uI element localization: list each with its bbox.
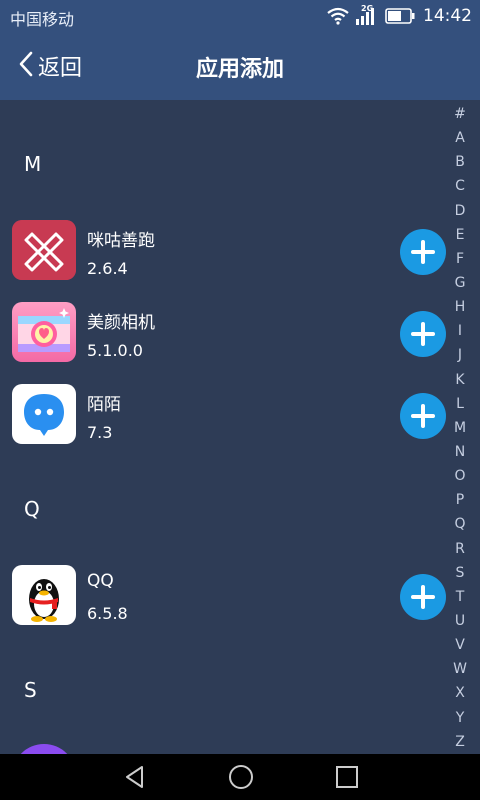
add-button[interactable] — [400, 229, 446, 275]
battery-icon — [385, 8, 415, 24]
section-header-s: S — [24, 678, 37, 702]
alphabet-index[interactable]: # A B C D E F G H I J K L M N O P Q R S T U V W X Y Z — [448, 102, 472, 754]
index-letter-i[interactable]: I — [448, 319, 472, 343]
index-letter-s[interactable]: S — [448, 561, 472, 585]
index-letter-c[interactable]: C — [448, 174, 472, 198]
app-name: QQ — [87, 571, 114, 591]
index-letter-h[interactable]: H — [448, 295, 472, 319]
title-bar: 返回 应用添加 — [0, 32, 480, 100]
app-name: 美颜相机 — [87, 313, 155, 333]
index-letter-v[interactable]: V — [448, 633, 472, 657]
index-letter-a[interactable]: A — [448, 126, 472, 150]
signal-icon — [355, 7, 375, 25]
add-button[interactable] — [400, 311, 446, 357]
app-name: 陌陌 — [87, 395, 121, 415]
section-header-q: Q — [24, 497, 40, 521]
page-title: 应用添加 — [195, 57, 284, 82]
index-letter-r[interactable]: R — [448, 537, 472, 561]
clock: 14:42 — [423, 6, 472, 26]
app-row-beauty-camera[interactable]: 美颜相机 5.1.0.0 — [0, 302, 450, 366]
status-bar: 中国移动 2G 14:42 — [0, 0, 480, 32]
index-letter-p[interactable]: P — [448, 488, 472, 512]
home-circle-icon[interactable] — [226, 762, 256, 792]
app-row-migu-run[interactable]: 咪咕善跑 2.6.4 — [0, 220, 450, 284]
recents-square-icon[interactable] — [332, 762, 362, 792]
wifi-icon — [327, 7, 349, 25]
index-letter-m[interactable]: M — [448, 416, 472, 440]
back-triangle-icon[interactable] — [121, 762, 151, 792]
migu-run-icon — [12, 220, 76, 280]
navigation-bar — [0, 754, 480, 800]
index-letter-n[interactable]: N — [448, 440, 472, 464]
index-letter-hash[interactable]: # — [448, 102, 472, 126]
app-icon-partial — [12, 744, 76, 754]
index-letter-e[interactable]: E — [448, 223, 472, 247]
index-letter-z[interactable]: Z — [448, 730, 472, 754]
index-letter-g[interactable]: G — [448, 271, 472, 295]
app-name: 咪咕善跑 — [87, 231, 155, 251]
app-version: 6.5.8 — [87, 604, 128, 623]
index-letter-q[interactable]: Q — [448, 512, 472, 536]
app-version: 2.6.4 — [87, 259, 128, 278]
index-letter-b[interactable]: B — [448, 150, 472, 174]
index-letter-t[interactable]: T — [448, 585, 472, 609]
index-letter-x[interactable]: X — [448, 681, 472, 705]
section-header-m: M — [24, 152, 42, 176]
app-version: 5.1.0.0 — [87, 341, 143, 360]
index-letter-u[interactable]: U — [448, 609, 472, 633]
index-letter-j[interactable]: J — [448, 343, 472, 367]
momo-icon — [12, 384, 76, 444]
qq-penguin-icon — [12, 565, 76, 625]
index-letter-d[interactable]: D — [448, 199, 472, 223]
index-letter-y[interactable]: Y — [448, 706, 472, 730]
index-letter-k[interactable]: K — [448, 368, 472, 392]
app-row-qq[interactable]: QQ 6.5.8 — [0, 565, 450, 629]
index-letter-f[interactable]: F — [448, 247, 472, 271]
beauty-camera-icon — [12, 302, 76, 362]
index-letter-l[interactable]: L — [448, 392, 472, 416]
app-row-partial[interactable] — [12, 744, 76, 754]
carrier-name: 中国移动 — [10, 10, 75, 29]
add-button[interactable] — [400, 393, 446, 439]
add-button[interactable] — [400, 574, 446, 620]
app-row-momo[interactable]: 陌陌 7.3 — [0, 384, 450, 448]
status-icons: 14:42 — [327, 5, 472, 27]
index-letter-o[interactable]: O — [448, 464, 472, 488]
index-letter-w[interactable]: W — [448, 657, 472, 681]
app-version: 7.3 — [87, 423, 113, 442]
